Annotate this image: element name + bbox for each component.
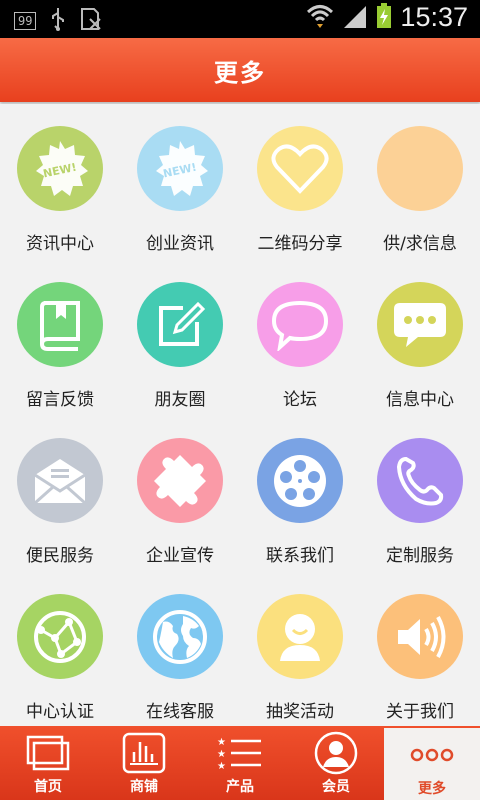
tab-member[interactable]: 会员 — [288, 726, 384, 800]
notification-count-badge: 99 — [14, 12, 37, 30]
puzzle-icon — [137, 438, 223, 523]
tab-products[interactable]: ★ ★ ★ 产品 — [192, 726, 288, 800]
grid-item-label: 留言反馈 — [26, 390, 94, 410]
member-icon — [314, 730, 358, 776]
header-bar: 更多 — [0, 38, 480, 102]
grid-item-lottery[interactable]: 抽奖活动 — [240, 572, 360, 722]
grid-item-label: 抽奖活动 — [266, 702, 334, 722]
grid-item-label: 联系我们 — [266, 546, 334, 566]
grid-item-forum[interactable]: 论坛 — [240, 260, 360, 410]
battery-charging-icon — [376, 2, 392, 33]
grid-item-feedback[interactable]: 留言反馈 — [0, 260, 120, 410]
grid-item-contact-us[interactable]: 联系我们 — [240, 416, 360, 566]
grid-item-label: 资讯中心 — [26, 234, 94, 254]
grid-item-qr-share[interactable]: 二维码分享 — [240, 104, 360, 254]
blank-icon — [377, 126, 463, 211]
tab-label: 更多 — [418, 781, 446, 797]
new-badge-icon: NEW! — [137, 126, 223, 211]
bottom-tab-bar: 首页 商铺 ★ ★ ★ 产品 会员 更多 — [0, 726, 480, 800]
tab-more[interactable]: 更多 — [384, 728, 480, 800]
list-icon: ★ ★ ★ — [217, 730, 263, 776]
mail-icon — [17, 438, 103, 523]
sim-card-icon — [80, 7, 102, 35]
grid-item-promotion[interactable]: 企业宣传 — [120, 416, 240, 566]
tab-label: 商铺 — [130, 779, 158, 795]
speech-bubble-icon — [257, 282, 343, 367]
grid-item-friends-circle[interactable]: 朋友圈 — [120, 260, 240, 410]
grid-item-news-center[interactable]: NEW! 资讯中心 — [0, 104, 120, 254]
tab-label: 会员 — [322, 779, 350, 795]
film-reel-icon — [257, 438, 343, 523]
grid-item-label: 中心认证 — [26, 702, 94, 722]
grid-item-custom-service[interactable]: 定制服务 — [360, 416, 480, 566]
page-title: 更多 — [214, 58, 266, 87]
grid-item-label: 在线客服 — [146, 702, 214, 722]
grid-item-supply-demand[interactable]: 供/求信息 — [360, 104, 480, 254]
edit-icon — [137, 282, 223, 367]
book-icon — [17, 282, 103, 367]
speaker-icon — [377, 594, 463, 679]
grid-item-label: 信息中心 — [386, 390, 454, 410]
status-bar: 99 15:37 — [0, 0, 480, 38]
grid-item-online-support[interactable]: 在线客服 — [120, 572, 240, 722]
more-icon — [409, 732, 455, 778]
grid-item-label: 论坛 — [283, 390, 317, 410]
tab-shop[interactable]: 商铺 — [96, 726, 192, 800]
heart-icon — [257, 126, 343, 211]
chat-icon — [377, 282, 463, 367]
grid-item-certification[interactable]: 中心认证 — [0, 572, 120, 722]
svg-text:★: ★ — [217, 761, 226, 771]
feature-grid: NEW! 资讯中心 NEW! 创业资讯 二维码分享 供/求信息 留言反馈 朋友圈 — [0, 104, 480, 726]
grid-item-label: 定制服务 — [386, 546, 454, 566]
usb-icon — [50, 7, 66, 35]
grid-item-info-center[interactable]: 信息中心 — [360, 260, 480, 410]
globe-icon — [137, 594, 223, 679]
grid-item-label: 企业宣传 — [146, 546, 214, 566]
grid-item-label: 便民服务 — [26, 546, 94, 566]
grid-item-label: 二维码分享 — [257, 234, 343, 254]
shop-icon — [122, 730, 166, 776]
tab-home[interactable]: 首页 — [0, 726, 96, 800]
new-badge-icon: NEW! — [17, 126, 103, 211]
grid-item-label: 供/求信息 — [383, 234, 457, 254]
clock: 15:37 — [400, 2, 468, 32]
grid-item-label: 朋友圈 — [154, 390, 206, 410]
grid-item-startup-news[interactable]: NEW! 创业资讯 — [120, 104, 240, 254]
svg-text:★: ★ — [217, 737, 226, 748]
grid-item-label: 关于我们 — [386, 702, 454, 722]
phone-icon — [377, 438, 463, 523]
svg-text:★: ★ — [217, 749, 226, 760]
grid-item-label: 创业资讯 — [146, 234, 214, 254]
home-icon — [26, 730, 70, 776]
wifi-icon — [306, 3, 334, 33]
tab-label: 首页 — [34, 779, 62, 795]
network-globe-icon — [17, 594, 103, 679]
grid-item-public-service[interactable]: 便民服务 — [0, 416, 120, 566]
tab-label: 产品 — [226, 779, 254, 795]
signal-icon — [342, 4, 368, 32]
grid-item-about-us[interactable]: 关于我们 — [360, 572, 480, 722]
user-icon — [257, 594, 343, 679]
